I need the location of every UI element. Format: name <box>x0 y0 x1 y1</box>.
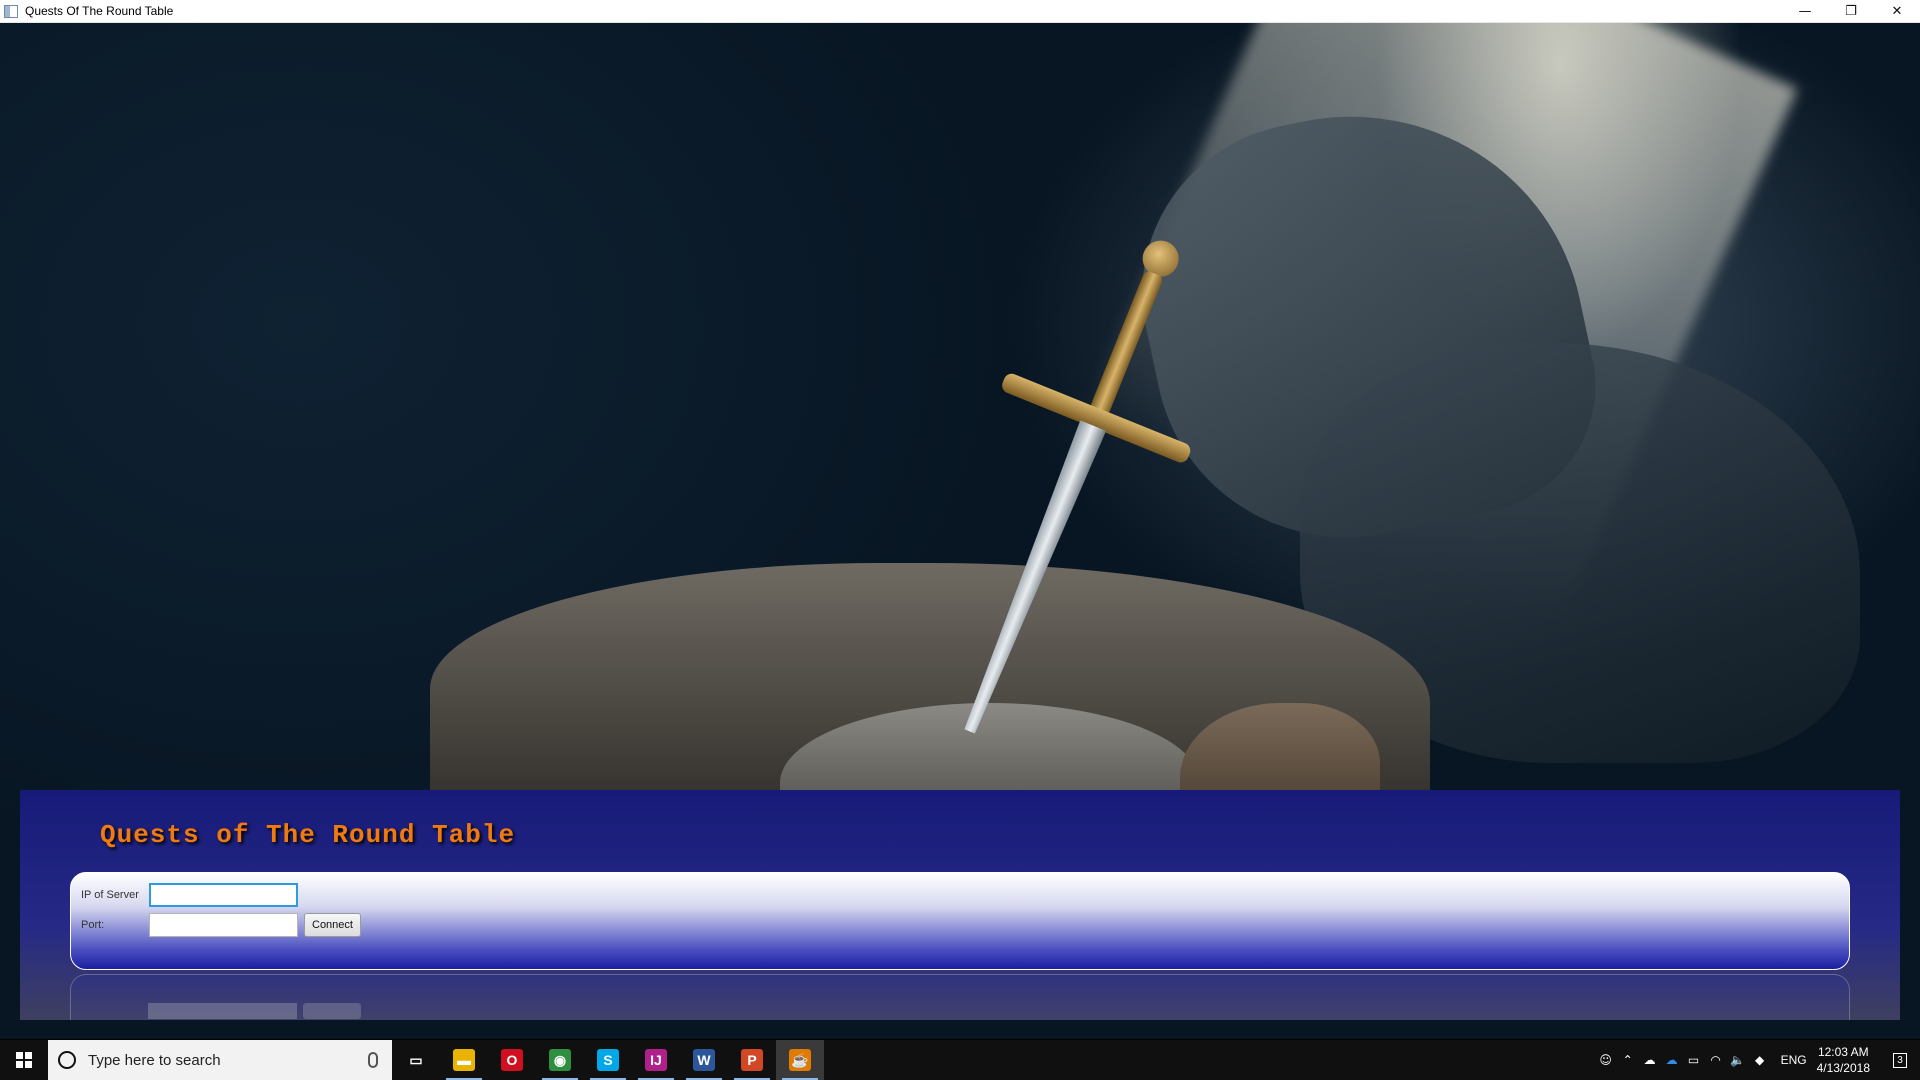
restore-button[interactable]: ❐ <box>1828 0 1874 23</box>
word-icon: W <box>693 1049 715 1071</box>
taskbar-search[interactable]: Type here to search <box>48 1040 392 1080</box>
opera-taskbar-button[interactable]: O <box>488 1040 536 1080</box>
connection-form: IP of Server Port: Connect <box>70 872 1850 970</box>
start-button[interactable] <box>0 1040 48 1080</box>
cortana-icon <box>58 1051 76 1069</box>
language-indicator[interactable]: ENG <box>1781 1053 1807 1067</box>
task-view-taskbar-button[interactable]: ▭ <box>392 1040 440 1080</box>
file-explorer-taskbar-button[interactable]: ▬ <box>440 1040 488 1080</box>
reflection-input <box>148 1003 297 1019</box>
dropbox-icon[interactable]: ◆ <box>1749 1053 1771 1067</box>
connect-button[interactable]: Connect <box>304 913 361 937</box>
app-icon <box>4 4 18 18</box>
clock[interactable]: 12:03 AM 4/13/2018 <box>1817 1044 1870 1076</box>
ip-label: IP of Server <box>81 889 139 901</box>
java-taskbar-button[interactable]: ☕ <box>776 1040 824 1080</box>
window-title: Quests Of The Round Table <box>25 4 174 18</box>
ip-row: IP of Server <box>81 883 298 907</box>
microphone-icon[interactable] <box>368 1052 378 1068</box>
taskbar-apps: ▭ ▬ O ◉ S IJ W P ☕ <box>392 1040 824 1080</box>
reflection-button <box>303 1003 361 1019</box>
port-label: Port: <box>81 919 105 931</box>
game-title: Quests of The Round Table <box>100 820 516 850</box>
windows-logo-icon <box>16 1052 32 1068</box>
skype-taskbar-button[interactable]: S <box>584 1040 632 1080</box>
port-input[interactable] <box>149 913 298 937</box>
ip-input[interactable] <box>149 883 298 907</box>
battery-icon[interactable]: ▭ <box>1683 1053 1705 1067</box>
skype-icon: S <box>597 1049 619 1071</box>
chrome-taskbar-button[interactable]: ◉ <box>536 1040 584 1080</box>
powerpoint-taskbar-button[interactable]: P <box>728 1040 776 1080</box>
chevron-up-icon[interactable]: ⌃ <box>1617 1053 1639 1067</box>
clock-date: 4/13/2018 <box>1816 1061 1870 1075</box>
chrome-icon: ◉ <box>549 1049 571 1071</box>
people-icon[interactable]: ☺ <box>1595 1053 1617 1067</box>
search-placeholder: Type here to search <box>88 1051 221 1069</box>
powerpoint-icon: P <box>741 1049 763 1071</box>
taskbar: Type here to search ▭ ▬ O ◉ S IJ W P ☕ ☺ ⌃ ☁ ☁ ▭… <box>0 1040 1920 1080</box>
close-button[interactable]: ✕ <box>1874 0 1920 23</box>
notification-count: 3 <box>1893 1052 1907 1068</box>
sword-grip <box>1089 269 1164 417</box>
file-explorer-icon: ▬ <box>453 1049 475 1071</box>
game-background: Quests of The Round Table IP of Server P… <box>0 23 1920 1039</box>
intellij-icon: IJ <box>645 1049 667 1071</box>
action-center-icon[interactable]: 3 <box>1880 1040 1920 1080</box>
java-icon: ☕ <box>789 1049 811 1071</box>
port-row: Port: Connect <box>81 913 361 937</box>
onedrive-icon[interactable]: ☁ <box>1639 1053 1661 1067</box>
onedrive-business-icon[interactable]: ☁ <box>1661 1053 1683 1067</box>
task-view-icon: ▭ <box>405 1049 427 1071</box>
connection-panel: Quests of The Round Table IP of Server P… <box>20 790 1900 1020</box>
clock-time: 12:03 AM <box>1817 1045 1869 1059</box>
form-reflection <box>70 974 1850 1020</box>
volume-icon[interactable]: 🔈 <box>1727 1053 1749 1067</box>
window-controls: — ❐ ✕ <box>1782 0 1920 23</box>
intellij-taskbar-button[interactable]: IJ <box>632 1040 680 1080</box>
opera-icon: O <box>501 1049 523 1071</box>
minimize-button[interactable]: — <box>1782 0 1828 23</box>
window-titlebar: Quests Of The Round Table — ❐ ✕ <box>0 0 1920 23</box>
system-tray: ☺ ⌃ ☁ ☁ ▭ ◠ 🔈 ◆ ENG 12:03 AM 4/13/2018 3 <box>1595 1040 1920 1080</box>
wifi-icon[interactable]: ◠ <box>1705 1053 1727 1067</box>
word-taskbar-button[interactable]: W <box>680 1040 728 1080</box>
